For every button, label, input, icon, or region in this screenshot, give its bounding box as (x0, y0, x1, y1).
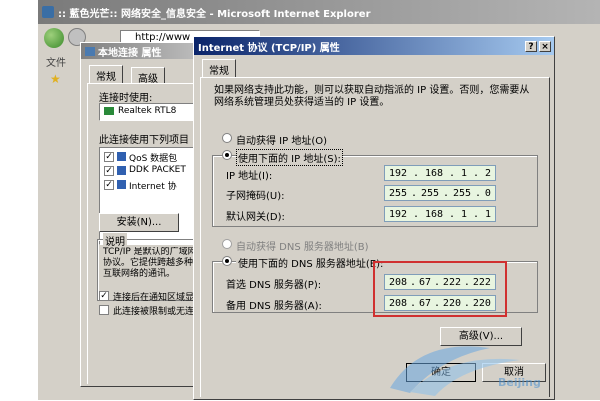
description-text: TCP/IP 是默认的广域网协议。它提供跨越多种互联网络的通讯。 (103, 247, 197, 279)
ie-back-button[interactable] (44, 28, 64, 48)
favorites-star-icon[interactable]: ★ (50, 72, 61, 86)
adapter-name: Realtek RTL8 (118, 106, 177, 116)
items-label: 此连接使用下列项目 (99, 135, 189, 146)
tcpip-properties-dialog: Internet 协议 (TCP/IP) 属性 ? × 常规 如果网络支持此功能… (193, 36, 555, 400)
adapter-box: Realtek RTL8 (99, 103, 207, 121)
item-check-2[interactable]: ✓ (104, 166, 114, 176)
notify-checkbox[interactable]: ✓ (99, 291, 109, 301)
tcpip-tab-general[interactable]: 常规 (202, 59, 236, 77)
gateway-label: 默认网关(D): (226, 212, 285, 223)
install-button[interactable]: 安装(N)... (99, 213, 179, 232)
close-button[interactable]: × (539, 41, 551, 52)
ie-menu-file[interactable]: 文件 (46, 54, 66, 69)
auto-dns-label: 自动获得 DNS 服务器地址(B) (236, 242, 369, 253)
subnet-mask-field[interactable]: 255. 255. 255. 0 (384, 185, 496, 201)
limited-label: 此连接被限制或无连接时通知我 (113, 307, 201, 317)
item-label-3: Internet 协 (129, 182, 177, 192)
tcpip-tab-panel (200, 77, 550, 397)
ip-address-label: IP 地址(I): (226, 171, 273, 182)
item-check-3[interactable]: ✓ (104, 180, 114, 190)
subnet-mask-label: 子网掩码(U): (226, 191, 285, 202)
notify-label: 连接后在通知区域显示图标 (113, 293, 201, 303)
conn-tab-advanced[interactable]: 高级 (131, 67, 165, 85)
ip-address-field[interactable]: 192. 168. 1. 2 (384, 165, 496, 181)
limited-checkbox[interactable] (99, 305, 109, 315)
intro-text: 如果网络支持此功能，则可以获取自动指派的 IP 设置。否则，您需要从网络系统管理… (214, 85, 530, 108)
connect-using-label: 连接时使用: (99, 93, 153, 104)
advanced-button[interactable]: 高级(V)... (440, 327, 522, 346)
network-icon (85, 46, 95, 56)
gateway-field[interactable]: 192. 168. 1. 1 (384, 206, 496, 222)
ie-title: :: 藍色光芒:: 网络安全_信息安全 - Microsoft Internet… (58, 8, 371, 20)
conn-titlebar: 本地连接 属性 (81, 43, 204, 59)
auto-ip-radio[interactable] (222, 133, 232, 143)
tcpip-titlebar: Internet 协议 (TCP/IP) 属性 (194, 37, 554, 55)
item-icon-2 (117, 166, 126, 175)
item-label-2: DDK PACKET (129, 165, 186, 175)
ie-logo-icon (42, 6, 54, 18)
ie-titlebar: :: 藍色光芒:: 网络安全_信息安全 - Microsoft Internet… (38, 0, 600, 24)
manual-dns-radio[interactable] (222, 256, 232, 266)
item-label-1: QoS 数据包 (129, 154, 178, 164)
manual-dns-label: 使用下面的 DNS 服务器地址(E): (236, 255, 386, 270)
manual-ip-radio[interactable] (222, 150, 232, 160)
tcpip-title: Internet 协议 (TCP/IP) 属性 (198, 42, 340, 54)
connection-properties-dialog: 本地连接 属性 常规 高级 连接时使用: Realtek RTL8 此连接使用下… (80, 42, 207, 387)
auto-dns-radio[interactable] (222, 239, 232, 249)
description-label: 说明 (103, 233, 127, 248)
auto-ip-label: 自动获得 IP 地址(O) (236, 136, 328, 147)
help-button[interactable]: ? (525, 41, 537, 52)
item-check-1[interactable]: ✓ (104, 152, 114, 162)
dns-highlight-box (373, 261, 507, 317)
conn-title: 本地连接 属性 (98, 47, 162, 59)
alternate-dns-label: 备用 DNS 服务器(A): (226, 301, 322, 312)
item-icon-1 (117, 152, 126, 161)
manual-ip-label: 使用下面的 IP 地址(S): (236, 149, 343, 166)
conn-tab-general[interactable]: 常规 (89, 65, 123, 83)
ok-button[interactable]: 确定 (406, 363, 476, 382)
item-icon-3 (117, 180, 126, 189)
preferred-dns-label: 首选 DNS 服务器(P): (226, 280, 322, 291)
adapter-icon (104, 107, 114, 115)
cancel-button[interactable]: 取消 (482, 363, 546, 382)
